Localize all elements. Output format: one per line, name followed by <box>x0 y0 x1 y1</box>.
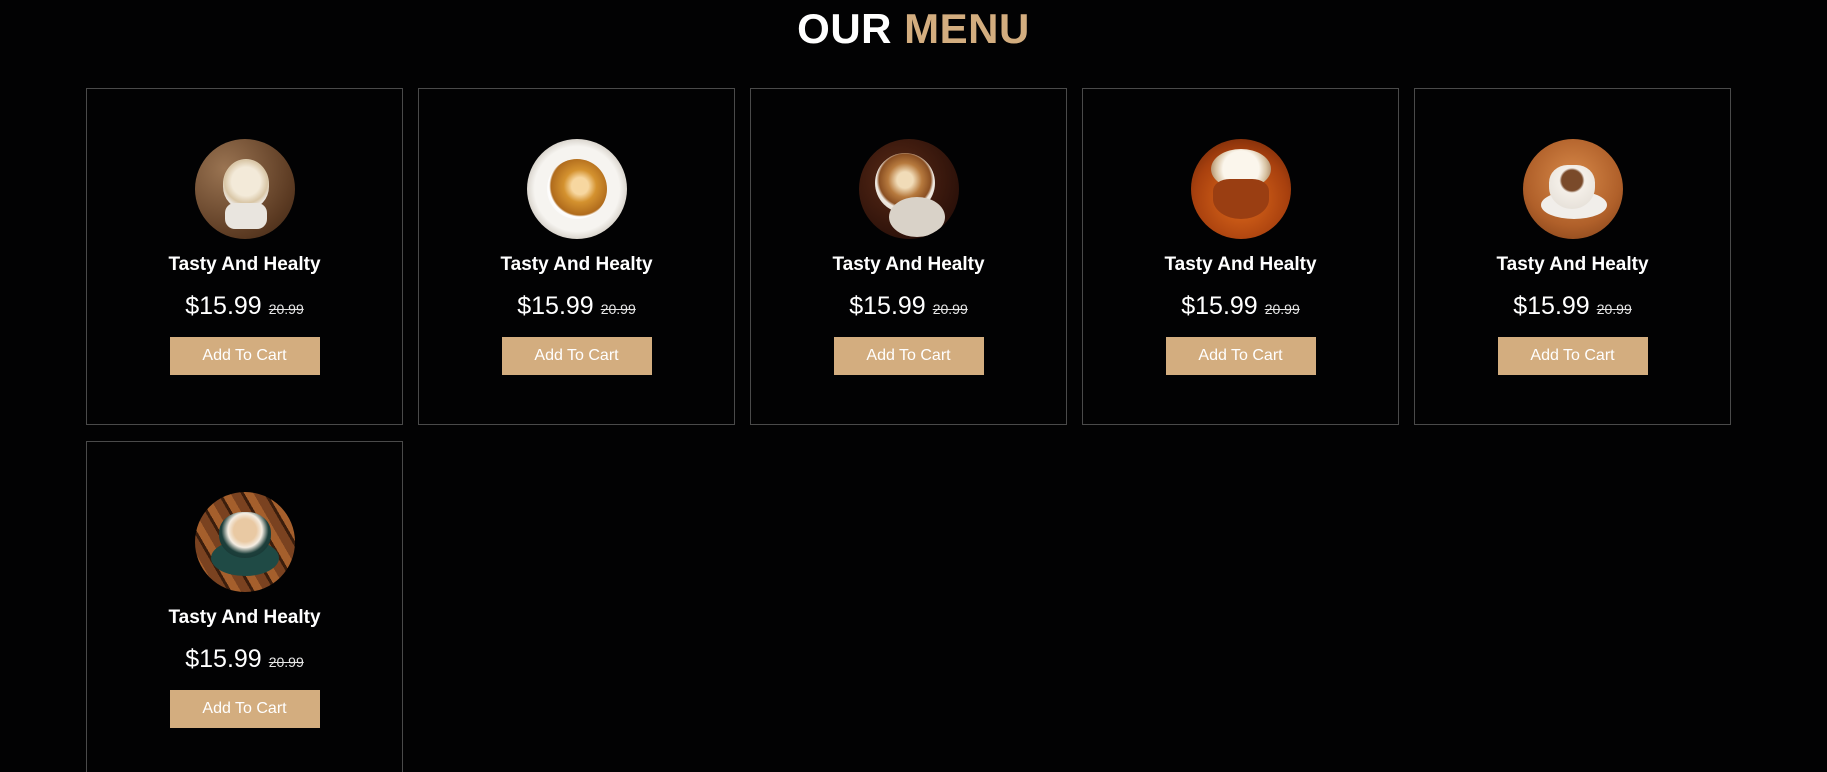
coffee-cup-image <box>858 139 959 239</box>
price-row: $15.99 20.99 <box>517 291 636 321</box>
coffee-cup-image <box>194 492 295 592</box>
item-name: Tasty And Healty <box>168 607 321 628</box>
add-to-cart-button[interactable]: Add To Cart <box>833 337 984 375</box>
item-old-price: 20.99 <box>1596 301 1632 317</box>
item-old-price: 20.99 <box>1264 301 1300 317</box>
menu-grid: Tasty And Healty $15.99 20.99 Add To Car… <box>86 88 1746 772</box>
coffee-cup-image <box>1522 139 1623 239</box>
item-price: $15.99 <box>849 292 926 320</box>
menu-section: OUR MENU Tasty And Healty $15.99 20.99 A… <box>0 0 1827 772</box>
item-old-price: 20.99 <box>268 654 304 670</box>
item-name: Tasty And Healty <box>1164 254 1317 275</box>
menu-card: Tasty And Healty $15.99 20.99 Add To Car… <box>86 88 403 425</box>
add-to-cart-button[interactable]: Add To Cart <box>1165 337 1316 375</box>
heading-part-2: MENU <box>904 5 1030 52</box>
price-row: $15.99 20.99 <box>185 644 304 674</box>
add-to-cart-button[interactable]: Add To Cart <box>1497 337 1648 375</box>
item-old-price: 20.99 <box>932 301 968 317</box>
item-old-price: 20.99 <box>268 301 304 317</box>
menu-card: Tasty And Healty $15.99 20.99 Add To Car… <box>1082 88 1399 425</box>
add-to-cart-button[interactable]: Add To Cart <box>169 690 320 728</box>
coffee-cup-image <box>526 139 627 239</box>
item-name: Tasty And Healty <box>168 254 321 275</box>
price-row: $15.99 20.99 <box>1513 291 1632 321</box>
item-name: Tasty And Healty <box>1496 254 1649 275</box>
item-price: $15.99 <box>517 292 594 320</box>
item-price: $15.99 <box>185 292 262 320</box>
coffee-cup-image <box>194 139 295 239</box>
price-row: $15.99 20.99 <box>185 291 304 321</box>
item-old-price: 20.99 <box>600 301 636 317</box>
menu-card: Tasty And Healty $15.99 20.99 Add To Car… <box>86 441 403 772</box>
item-price: $15.99 <box>185 645 262 673</box>
menu-card: Tasty And Healty $15.99 20.99 Add To Car… <box>1414 88 1731 425</box>
menu-heading: OUR MENU <box>0 4 1827 54</box>
menu-card: Tasty And Healty $15.99 20.99 Add To Car… <box>750 88 1067 425</box>
menu-card: Tasty And Healty $15.99 20.99 Add To Car… <box>418 88 735 425</box>
item-price: $15.99 <box>1181 292 1258 320</box>
coffee-cup-image <box>1190 139 1291 239</box>
add-to-cart-button[interactable]: Add To Cart <box>501 337 652 375</box>
item-price: $15.99 <box>1513 292 1590 320</box>
item-name: Tasty And Healty <box>832 254 985 275</box>
price-row: $15.99 20.99 <box>849 291 968 321</box>
add-to-cart-button[interactable]: Add To Cart <box>169 337 320 375</box>
price-row: $15.99 20.99 <box>1181 291 1300 321</box>
item-name: Tasty And Healty <box>500 254 653 275</box>
heading-part-1: OUR <box>797 5 892 52</box>
